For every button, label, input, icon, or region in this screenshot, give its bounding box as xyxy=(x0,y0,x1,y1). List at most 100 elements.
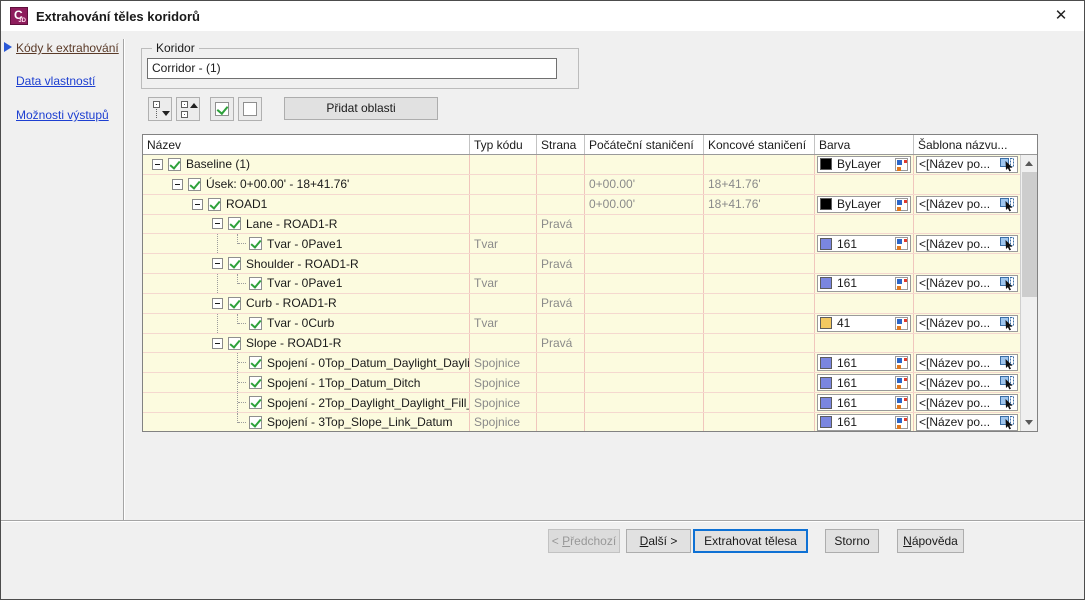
color-value-widget[interactable]: ByLayer xyxy=(817,155,911,173)
table-row[interactable]: Spojení - 3Top_Slope_Link_Datum Spojnice… xyxy=(143,412,1020,431)
table-row[interactable]: Tvar - 0Curb Tvar 41 <[Název po... xyxy=(143,313,1020,334)
color-picker-icon[interactable] xyxy=(895,356,908,370)
table-row[interactable]: Spojení - 0Top_Datum_Daylight_Dayli... S… xyxy=(143,353,1020,374)
color-value-widget[interactable]: 161 xyxy=(817,354,911,372)
row-checkbox[interactable] xyxy=(249,316,262,330)
check-all-button[interactable] xyxy=(210,97,234,121)
table-row[interactable]: Spojení - 2Top_Daylight_Daylight_Fill_..… xyxy=(143,393,1020,413)
column-header-strana[interactable]: Strana xyxy=(537,135,585,154)
color-picker-icon[interactable] xyxy=(895,415,908,429)
sidebar-link-label[interactable]: Možnosti výstupů xyxy=(16,108,109,122)
expand-collapse-icon[interactable] xyxy=(172,178,183,190)
row-checkbox[interactable] xyxy=(228,296,241,310)
color-picker-icon[interactable] xyxy=(895,396,908,410)
row-checkbox[interactable] xyxy=(168,157,181,171)
cancel-button[interactable]: Storno xyxy=(825,529,879,553)
sidebar-item-property-data[interactable]: Data vlastností xyxy=(16,74,95,88)
color-value-widget[interactable]: 161 xyxy=(817,413,911,431)
expand-collapse-icon[interactable] xyxy=(212,258,223,270)
expand-all-button[interactable] xyxy=(148,97,172,121)
column-header-typ-kodu[interactable]: Typ kódu xyxy=(470,135,537,154)
color-picker-icon[interactable] xyxy=(895,157,908,171)
table-row[interactable]: Tvar - 0Pave1 Tvar 161 <[Název po... xyxy=(143,234,1020,255)
previous-button[interactable]: < Předchozí xyxy=(548,529,620,553)
name-template-widget[interactable]: <[Název po... xyxy=(916,413,1018,431)
scroll-up-icon[interactable] xyxy=(1021,155,1038,172)
help-button[interactable]: Nápověda xyxy=(897,529,964,553)
row-checkbox[interactable] xyxy=(228,257,241,271)
row-checkbox[interactable] xyxy=(249,237,262,251)
color-value-widget[interactable]: ByLayer xyxy=(817,195,911,213)
name-template-picker-icon[interactable] xyxy=(1000,157,1015,172)
close-icon[interactable]: ✕ xyxy=(1050,6,1072,26)
table-row[interactable]: ROAD1 0+00.00' 18+41.76' ByLayer <[Název… xyxy=(143,194,1020,215)
uncheck-all-button[interactable] xyxy=(238,97,262,121)
row-checkbox[interactable] xyxy=(208,197,221,211)
column-header-nazev[interactable]: Název xyxy=(143,135,470,154)
row-checkbox[interactable] xyxy=(249,396,262,410)
expand-collapse-icon[interactable] xyxy=(212,297,223,309)
color-picker-icon[interactable] xyxy=(895,316,908,330)
name-template-widget[interactable]: <[Název po... xyxy=(916,374,1018,392)
table-row[interactable]: Baseline (1) ByLayer <[Název po... xyxy=(143,155,1020,175)
name-template-widget[interactable]: <[Název po... xyxy=(916,155,1018,173)
sidebar-item-extraction-codes[interactable]: Kódy k extrahování xyxy=(16,41,119,55)
column-header-sablona-nazvu[interactable]: Šablona názvu... xyxy=(914,135,1037,154)
color-picker-icon[interactable] xyxy=(895,376,908,390)
color-value-widget[interactable]: 161 xyxy=(817,235,911,253)
color-picker-icon[interactable] xyxy=(895,237,908,251)
row-checkbox[interactable] xyxy=(249,376,262,390)
name-template-widget[interactable]: <[Název po... xyxy=(916,235,1018,253)
name-template-widget[interactable]: <[Název po... xyxy=(916,394,1018,412)
color-value-widget[interactable]: 41 xyxy=(817,314,911,332)
expand-collapse-icon[interactable] xyxy=(212,337,223,349)
color-value-widget[interactable]: 161 xyxy=(817,394,911,412)
name-template-picker-icon[interactable] xyxy=(1000,236,1015,251)
name-template-widget[interactable]: <[Název po... xyxy=(916,354,1018,372)
name-template-picker-icon[interactable] xyxy=(1000,415,1015,430)
name-template-picker-icon[interactable] xyxy=(1000,375,1015,390)
row-checkbox[interactable] xyxy=(228,336,241,350)
sidebar-link-label[interactable]: Data vlastností xyxy=(16,74,95,88)
color-value-widget[interactable]: 161 xyxy=(817,274,911,292)
scrollbar-thumb[interactable] xyxy=(1022,172,1037,297)
color-value-widget[interactable]: 161 xyxy=(817,374,911,392)
color-picker-icon[interactable] xyxy=(895,197,908,211)
name-template-widget[interactable]: <[Název po... xyxy=(916,314,1018,332)
sidebar-item-output-options[interactable]: Možnosti výstupů xyxy=(16,108,109,122)
row-checkbox[interactable] xyxy=(188,177,201,191)
color-picker-icon[interactable] xyxy=(895,276,908,290)
vertical-scrollbar[interactable] xyxy=(1020,155,1037,431)
sidebar-link-label[interactable]: Kódy k extrahování xyxy=(16,41,119,55)
table-row[interactable]: Úsek: 0+00.00' - 18+41.76' 0+00.00' 18+4… xyxy=(143,174,1020,195)
collapse-all-button[interactable] xyxy=(176,97,200,121)
table-row[interactable]: Curb - ROAD1-R Pravá xyxy=(143,293,1020,314)
table-row[interactable]: Shoulder - ROAD1-R Pravá xyxy=(143,254,1020,275)
row-checkbox[interactable] xyxy=(249,356,262,370)
name-template-widget[interactable]: <[Název po... xyxy=(916,274,1018,292)
row-checkbox[interactable] xyxy=(228,217,241,231)
corridor-select[interactable]: Corridor - (1) xyxy=(147,58,557,79)
name-template-picker-icon[interactable] xyxy=(1000,197,1015,212)
table-row[interactable]: Tvar - 0Pave1 Tvar 161 <[Název po... xyxy=(143,274,1020,294)
row-checkbox[interactable] xyxy=(249,276,262,290)
column-header-pocatecni-staniceni[interactable]: Počáteční staničení xyxy=(585,135,704,154)
name-template-picker-icon[interactable] xyxy=(1000,395,1015,410)
expand-collapse-icon[interactable] xyxy=(212,218,223,230)
name-template-picker-icon[interactable] xyxy=(1000,355,1015,370)
table-row[interactable]: Lane - ROAD1-R Pravá xyxy=(143,214,1020,235)
expand-collapse-icon[interactable] xyxy=(192,198,203,210)
next-button[interactable]: Další > xyxy=(626,529,691,553)
table-row[interactable]: Slope - ROAD1-R Pravá xyxy=(143,333,1020,354)
column-header-koncove-staniceni[interactable]: Koncové staničení xyxy=(704,135,815,154)
column-header-barva[interactable]: Barva xyxy=(815,135,914,154)
table-row[interactable]: Spojení - 1Top_Datum_Ditch Spojnice 161 … xyxy=(143,373,1020,394)
name-template-picker-icon[interactable] xyxy=(1000,316,1015,331)
scroll-down-icon[interactable] xyxy=(1021,414,1038,431)
name-template-widget[interactable]: <[Název po... xyxy=(916,195,1018,213)
expand-collapse-icon[interactable] xyxy=(152,158,163,170)
name-template-picker-icon[interactable] xyxy=(1000,276,1015,291)
add-regions-button[interactable]: Přidat oblasti xyxy=(284,97,438,120)
row-checkbox[interactable] xyxy=(249,415,262,429)
extract-solids-button[interactable]: Extrahovat tělesa xyxy=(693,529,808,553)
